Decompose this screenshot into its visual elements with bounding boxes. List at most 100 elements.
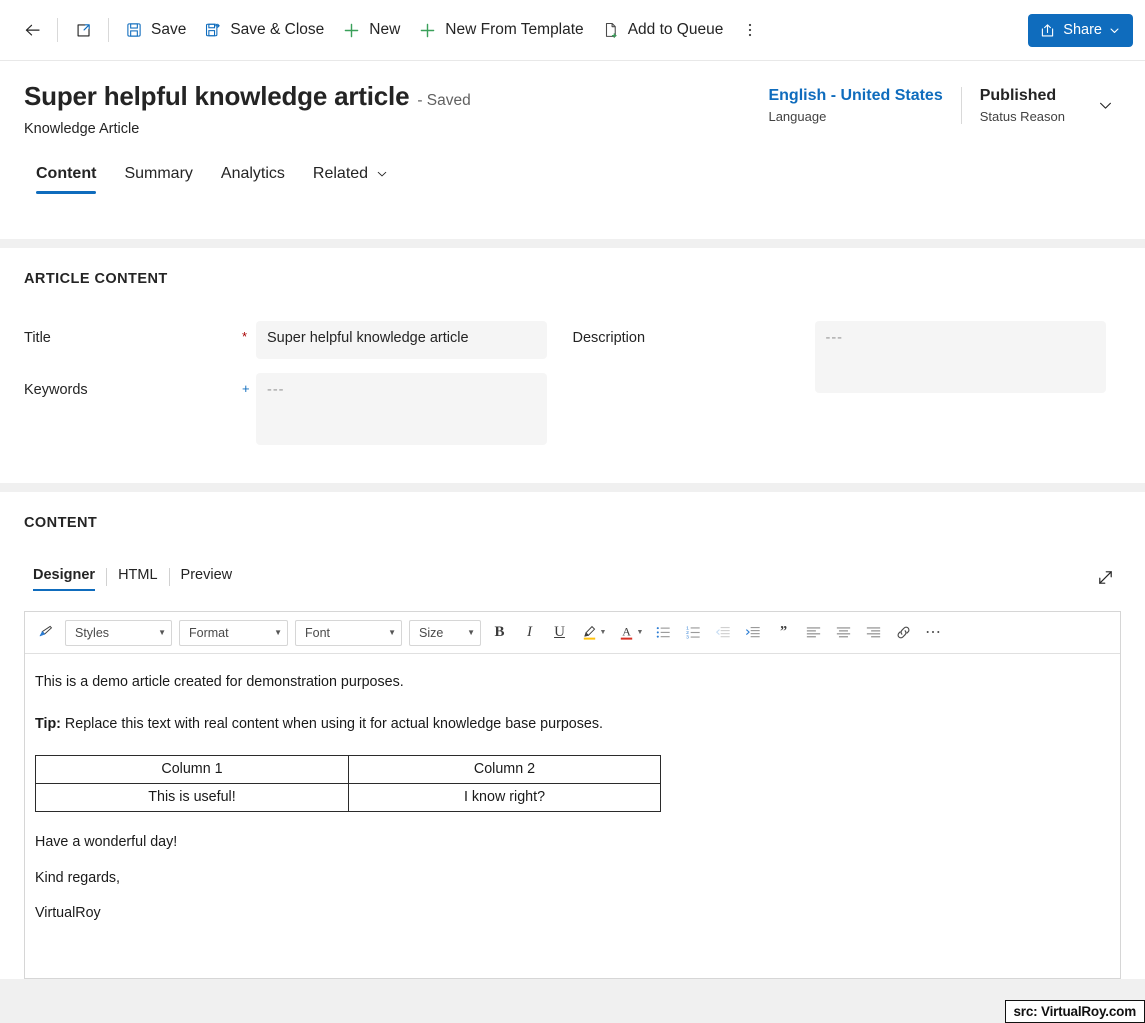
plus-icon [420, 23, 435, 37]
entity-subtitle: Knowledge Article [24, 121, 140, 137]
editor-expand-button[interactable] [1089, 561, 1121, 593]
status-reason-value[interactable]: Published [980, 87, 1065, 105]
field-row-keywords: Keywords + --- [24, 373, 573, 445]
bold-button[interactable]: B [486, 619, 513, 646]
new-from-template-button[interactable]: New From Template [409, 12, 592, 48]
tab-summary-label: Summary [124, 165, 193, 182]
chevron-down-icon: ▼ [388, 628, 396, 637]
editor-tab-html[interactable]: HTML [107, 563, 168, 591]
language-value[interactable]: English - United States [768, 87, 942, 105]
italic-button[interactable]: I [516, 619, 543, 646]
editor-more-button[interactable]: ⋯ [920, 619, 947, 646]
bulleted-list-button[interactable] [650, 619, 677, 646]
back-button[interactable] [14, 12, 50, 48]
size-dropdown[interactable]: Size ▼ [409, 619, 481, 646]
page-title: Super helpful knowledge article [24, 81, 410, 111]
underline-button[interactable]: U [546, 619, 573, 646]
tab-summary[interactable]: Summary [112, 159, 204, 194]
link-icon [897, 626, 910, 639]
share-button[interactable]: Share [1028, 13, 1133, 47]
title-field-label: Title [24, 330, 51, 346]
plus-icon [344, 23, 359, 37]
format-painter-button[interactable] [33, 619, 60, 646]
article-content-form: Title * Super helpful knowledge article … [24, 321, 1121, 459]
open-in-new-window-button[interactable] [65, 12, 101, 48]
field-row-title: Title * Super helpful knowledge article [24, 321, 573, 359]
format-dropdown[interactable]: Format ▼ [179, 619, 288, 646]
more-commands-button[interactable] [732, 12, 768, 48]
styles-dropdown[interactable]: Styles ▼ [65, 619, 172, 646]
saved-status: - Saved [417, 92, 471, 109]
table-row: Column 1 Column 2 [35, 755, 661, 785]
chevron-down-icon: ▼ [467, 628, 475, 637]
save-and-close-icon [206, 23, 221, 37]
align-left-button[interactable] [800, 619, 827, 646]
svg-text:3: 3 [686, 634, 689, 640]
quote-icon: ” [780, 623, 787, 639]
field-row-description: Description --- [573, 321, 1122, 393]
description-input[interactable]: --- [814, 321, 1106, 393]
header-field-language[interactable]: English - United States Language [750, 87, 960, 124]
editor-tab-preview-label: Preview [180, 567, 233, 583]
record-tabs: Content Summary Analytics Related [24, 159, 1121, 194]
save-icon [127, 23, 141, 37]
header-field-status-reason[interactable]: Published Status Reason [960, 87, 1083, 124]
editor-toolbar: Styles ▼ Format ▼ Font ▼ Size ▼ B I U ▼ … [25, 612, 1120, 654]
highlighter-icon [583, 625, 595, 640]
header-expand-button[interactable] [1089, 89, 1121, 121]
format-dropdown-label: Format [189, 625, 229, 640]
editor-body[interactable]: This is a demo article created for demon… [25, 654, 1120, 978]
toolbar-divider [57, 18, 58, 42]
chevron-down-icon: ▼ [599, 629, 607, 636]
record-header-top: Super helpful knowledge article - Saved … [24, 81, 1121, 137]
article-content-section: ARTICLE CONTENT Title * Super helpful kn… [0, 248, 1145, 483]
editor-table: Column 1 Column 2 This is useful! I know… [35, 755, 661, 812]
styles-dropdown-label: Styles [75, 625, 110, 640]
chevron-down-icon: ▼ [274, 628, 282, 637]
decrease-indent-button[interactable] [710, 619, 737, 646]
title-input[interactable]: Super helpful knowledge article [256, 321, 547, 359]
insert-link-button[interactable] [890, 619, 917, 646]
outdent-icon [716, 626, 730, 638]
editor-tab-designer[interactable]: Designer [24, 563, 106, 591]
tab-analytics[interactable]: Analytics [209, 159, 297, 194]
form-column-right: Description --- [573, 321, 1122, 459]
table-header-cell-1: Column 1 [35, 755, 349, 785]
tab-content[interactable]: Content [24, 159, 108, 194]
numbered-list-button[interactable]: 1 2 3 [680, 619, 707, 646]
share-icon [1042, 23, 1054, 36]
new-button[interactable]: New [333, 12, 409, 48]
record-title-row: Super helpful knowledge article - Saved [24, 81, 750, 112]
editor-paragraph-closing-2: Kind regards, [35, 869, 121, 886]
tip-label: Tip: [35, 715, 61, 732]
article-content-title: ARTICLE CONTENT [24, 271, 168, 287]
chevron-down-icon [1099, 102, 1111, 109]
text-highlight-button[interactable]: ▼ [576, 619, 610, 646]
svg-text:”: ” [780, 623, 787, 639]
save-and-close-label: Save & Close [230, 21, 325, 38]
align-center-icon [836, 627, 851, 638]
font-color-button[interactable]: A ▼ [613, 619, 647, 646]
record-header-left: Super helpful knowledge article - Saved … [24, 81, 750, 137]
align-center-button[interactable] [830, 619, 857, 646]
add-to-queue-label: Add to Queue [627, 21, 724, 38]
italic-label: I [527, 624, 532, 640]
increase-indent-button[interactable] [740, 619, 767, 646]
indent-icon [746, 626, 760, 638]
block-quote-button[interactable]: ” [770, 619, 797, 646]
description-field-label: Description [572, 330, 646, 346]
keywords-input[interactable]: --- [256, 373, 547, 445]
new-from-template-label: New From Template [445, 21, 584, 38]
font-dropdown[interactable]: Font ▼ [295, 619, 402, 646]
add-to-queue-button[interactable]: Add to Queue [593, 12, 733, 48]
record-header-panel: Super helpful knowledge article - Saved … [0, 61, 1145, 239]
align-right-button[interactable] [860, 619, 887, 646]
editor-tab-preview[interactable]: Preview [170, 563, 244, 591]
tab-related[interactable]: Related [301, 159, 401, 194]
editor-paragraph-closing-1: Have a wonderful day! [35, 833, 178, 850]
source-watermark: src: VirtualRoy.com [1004, 1000, 1145, 1023]
size-dropdown-label: Size [419, 625, 444, 640]
save-and-close-button[interactable]: Save & Close [195, 12, 333, 48]
save-button[interactable]: Save [116, 12, 195, 48]
format-painter-icon [39, 625, 53, 637]
